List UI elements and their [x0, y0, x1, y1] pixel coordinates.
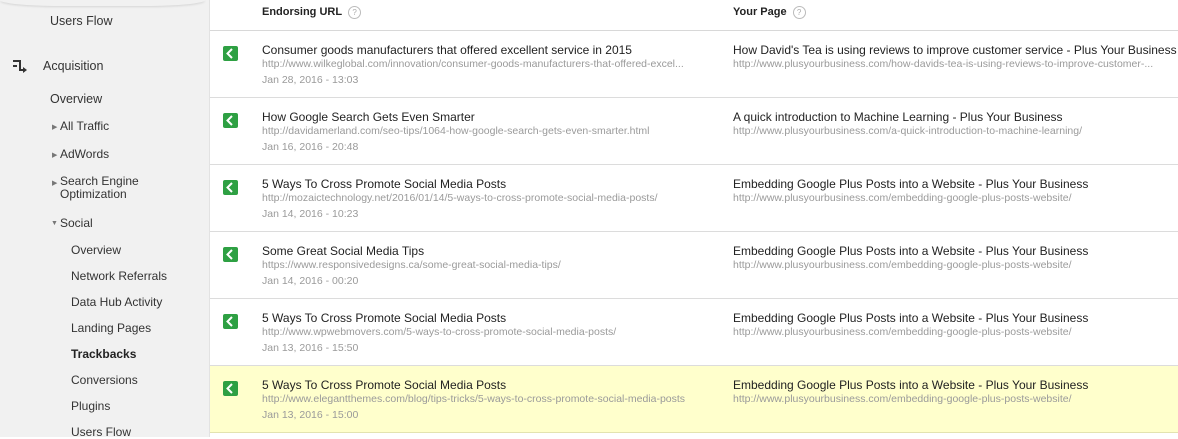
sidebar-item-seo-line2: Optimization	[60, 187, 127, 201]
endorsing-date: Jan 13, 2016 - 15:50	[262, 342, 359, 354]
trackbacks-table: Endorsing URL? Your Page? Consumer goods…	[210, 0, 1178, 437]
google-plus-activity-icon[interactable]	[223, 46, 238, 61]
endorsing-title-link[interactable]: 5 Ways To Cross Promote Social Media Pos…	[262, 311, 506, 325]
google-plus-activity-icon[interactable]	[223, 180, 238, 195]
sidebar-item-social-overview[interactable]: Overview	[71, 243, 121, 257]
arrow-left-icon	[226, 115, 233, 126]
endorsing-title-link[interactable]: How Google Search Gets Even Smarter	[262, 110, 475, 124]
endorsing-date: Jan 13, 2016 - 15:00	[262, 409, 359, 421]
help-icon[interactable]: ?	[792, 5, 806, 19]
sidebar-item-social[interactable]: Social	[60, 216, 93, 230]
your-page-url: http://www.plusyourbusiness.com/embeddin…	[733, 326, 1072, 338]
column-header-endorsing-url[interactable]: Endorsing URL?	[262, 0, 362, 30]
arrow-left-icon	[226, 383, 233, 394]
triangle-right-icon: ▶	[52, 152, 58, 159]
arrow-left-icon	[226, 182, 233, 193]
endorsing-title-link[interactable]: 5 Ways To Cross Promote Social Media Pos…	[262, 378, 506, 392]
sidebar-item-landing-pages[interactable]: Landing Pages	[71, 321, 151, 335]
help-icon[interactable]: ?	[348, 5, 362, 19]
table-row: 5 Ways To Cross Promote Social Media Pos…	[210, 366, 1178, 433]
endorsing-title-link[interactable]: Some Great Social Media Tips	[262, 244, 424, 258]
endorsing-title-link[interactable]: 5 Ways To Cross Promote Social Media Pos…	[262, 177, 506, 191]
sidebar-item-acquisition[interactable]: Acquisition	[43, 59, 103, 73]
endorsing-date: Jan 28, 2016 - 13:03	[262, 74, 359, 86]
triangle-down-icon: ▼	[51, 220, 58, 227]
column-header-your-page[interactable]: Your Page?	[733, 0, 806, 30]
triangle-right-icon: ▶	[52, 124, 58, 131]
your-page-title-link[interactable]: Embedding Google Plus Posts into a Websi…	[733, 177, 1088, 191]
your-page-url: http://www.plusyourbusiness.com/embeddin…	[733, 393, 1072, 405]
google-plus-activity-icon[interactable]	[223, 113, 238, 128]
endorsing-url: http://mozaictechnology.net/2016/01/14/5…	[262, 192, 658, 204]
your-page-title-link[interactable]: A quick introduction to Machine Learning…	[733, 110, 1063, 124]
column-header-your-page-label: Your Page	[733, 6, 787, 18]
table-row: 5 Ways To Cross Promote Social Media Pos…	[210, 299, 1178, 366]
google-plus-activity-icon[interactable]	[223, 314, 238, 329]
google-plus-activity-icon[interactable]	[223, 381, 238, 396]
endorsing-url: http://www.elegantthemes.com/blog/tips-t…	[262, 393, 686, 405]
sidebar-item-network-referrals[interactable]: Network Referrals	[71, 269, 167, 283]
endorsing-url: http://davidamerland.com/seo-tips/1064-h…	[262, 125, 650, 137]
arrow-left-icon	[226, 249, 233, 260]
sidebar-item-conversions[interactable]: Conversions	[71, 373, 138, 387]
sidebar-item-data-hub-activity[interactable]: Data Hub Activity	[71, 295, 162, 309]
endorsing-url: https://www.responsivedesigns.ca/some-gr…	[262, 259, 561, 271]
your-page-url: http://www.plusyourbusiness.com/a-quick-…	[733, 125, 1082, 137]
google-plus-activity-icon[interactable]	[223, 247, 238, 262]
endorsing-url: http://www.wilkeglobal.com/innovation/co…	[262, 58, 684, 70]
endorsing-title-link[interactable]: Consumer goods manufacturers that offere…	[262, 43, 632, 57]
endorsing-date: Jan 14, 2016 - 10:23	[262, 208, 359, 220]
endorsing-date: Jan 14, 2016 - 00:20	[262, 275, 359, 287]
table-row: Some Great Social Media Tips https://www.…	[210, 232, 1178, 299]
endorsing-date: Jan 16, 2016 - 20:48	[262, 141, 359, 153]
column-header-endorsing-url-label: Endorsing URL	[262, 6, 343, 18]
arrow-left-icon	[226, 48, 233, 59]
your-page-title-link[interactable]: Embedding Google Plus Posts into a Websi…	[733, 244, 1088, 258]
sidebar-top-curve	[0, 0, 205, 6]
acquisition-arrows-icon	[13, 60, 27, 73]
sidebar-item-adwords[interactable]: AdWords	[60, 147, 109, 161]
endorsing-url: http://www.wpwebmovers.com/5-ways-to-cro…	[262, 326, 617, 338]
table-row: Consumer goods manufacturers that offere…	[210, 31, 1178, 98]
sidebar-item-seo[interactable]: Search Engine Optimization	[60, 175, 139, 201]
triangle-right-icon: ▶	[52, 180, 58, 187]
sidebar-item-trackbacks[interactable]: Trackbacks	[71, 347, 136, 361]
sidebar-item-plugins[interactable]: Plugins	[71, 399, 110, 413]
sidebar-item-all-traffic[interactable]: All Traffic	[60, 119, 109, 133]
your-page-url: http://www.plusyourbusiness.com/embeddin…	[733, 192, 1072, 204]
your-page-title-link[interactable]: How David's Tea is using reviews to impr…	[733, 43, 1177, 57]
sidebar: Users Flow Acquisition Overview ▶ All Tr…	[0, 0, 210, 439]
your-page-url: http://www.plusyourbusiness.com/embeddin…	[733, 259, 1072, 271]
table-row: 5 Ways To Cross Promote Social Media Pos…	[210, 165, 1178, 232]
arrow-left-icon	[226, 316, 233, 327]
table-row: How Google Search Gets Even Smarter http:…	[210, 98, 1178, 165]
sidebar-item-acquisition-overview[interactable]: Overview	[50, 92, 102, 106]
sidebar-item-users-flow[interactable]: Users Flow	[50, 14, 113, 28]
your-page-title-link[interactable]: Embedding Google Plus Posts into a Websi…	[733, 311, 1088, 325]
your-page-url: http://www.plusyourbusiness.com/how-davi…	[733, 58, 1154, 70]
your-page-title-link[interactable]: Embedding Google Plus Posts into a Websi…	[733, 378, 1088, 392]
